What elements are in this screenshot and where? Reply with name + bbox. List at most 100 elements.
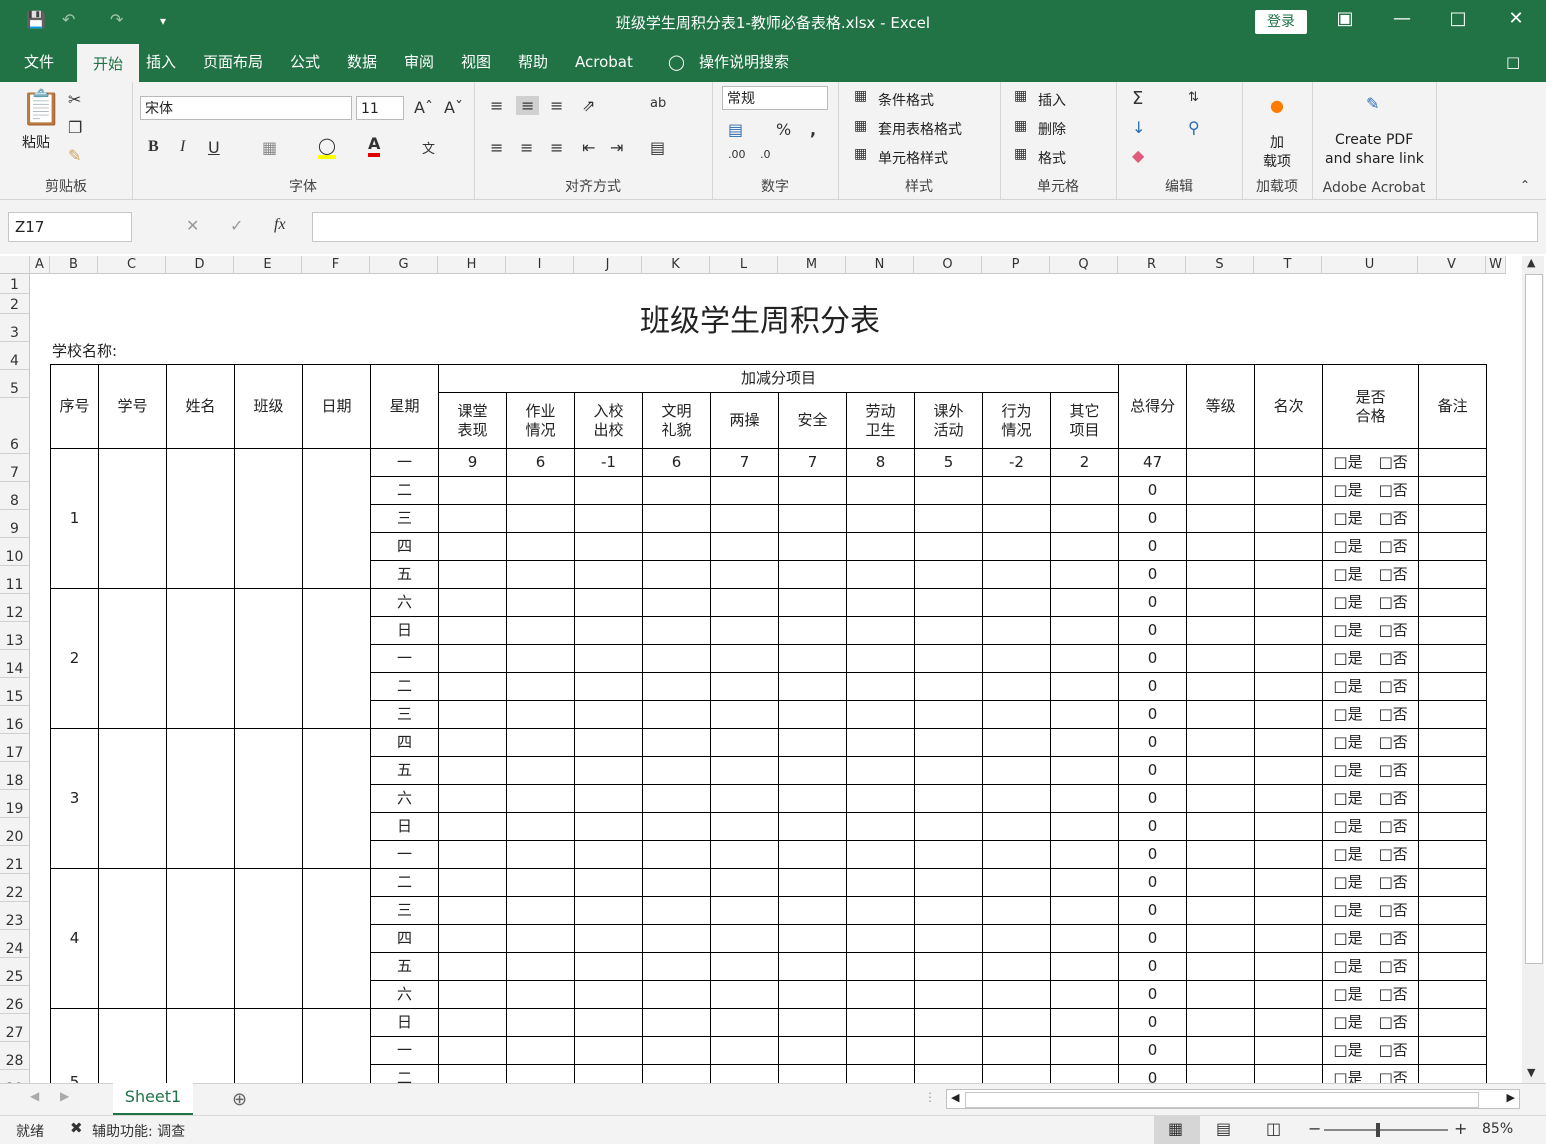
score-cell[interactable] [846,840,915,869]
decrease-decimal-icon[interactable]: .0 [760,148,771,161]
merged-cell[interactable] [98,448,167,589]
merged-cell[interactable] [98,728,167,869]
score-cell[interactable]: 7 [710,448,779,477]
pass-yes-checkbox[interactable]: □是 [1333,677,1362,695]
score-cell[interactable] [914,1064,983,1083]
pass-cell[interactable]: □是 □否 [1322,840,1420,869]
score-cell[interactable] [778,980,847,1009]
score-cell[interactable] [438,868,507,897]
score-cell[interactable] [574,840,643,869]
score-cell[interactable] [710,840,779,869]
score-cell[interactable] [778,1064,847,1083]
horizontal-scrollbar[interactable]: ◀ ▶ [946,1089,1520,1109]
insert-function-button[interactable]: fx [274,216,286,234]
zoom-slider[interactable] [1324,1123,1448,1137]
weekday-cell[interactable]: 日 [370,812,439,841]
score-cell[interactable] [642,812,711,841]
score-cell[interactable] [1049,476,1120,505]
score-cell[interactable] [914,1008,983,1037]
score-cell[interactable] [778,644,847,673]
score-cell[interactable] [1049,616,1120,645]
total-cell[interactable]: 0 [1118,644,1188,673]
total-cell[interactable]: 0 [1118,756,1188,785]
pass-no-checkbox[interactable]: □否 [1379,509,1408,527]
add-sheet-icon[interactable]: ⊕ [232,1089,247,1110]
weekday-cell[interactable]: 四 [370,728,439,757]
score-cell[interactable] [778,896,847,925]
score-cell[interactable] [506,588,575,617]
scroll-left-icon[interactable]: ◀ [951,1091,959,1104]
pass-no-checkbox[interactable]: □否 [1379,1041,1408,1059]
merged-cell[interactable] [234,448,303,589]
column-header[interactable]: N [846,256,914,274]
column-header[interactable]: G [370,256,438,274]
pass-cell[interactable]: □是 □否 [1322,532,1420,561]
row-header[interactable]: 8 [0,482,30,510]
rank-cell[interactable] [1254,476,1324,505]
total-header[interactable]: 总得分 [1118,364,1188,449]
score-cell[interactable] [642,1064,711,1083]
score-cell[interactable] [982,476,1051,505]
format-as-table-button[interactable]: 套用表格格式 [878,119,962,139]
score-cell[interactable] [710,812,779,841]
score-cell[interactable] [1049,644,1120,673]
seq-header[interactable]: 序号 [50,364,99,449]
note-cell[interactable] [1418,644,1488,673]
total-cell[interactable]: 0 [1118,728,1188,757]
seq-cell[interactable]: 5 [50,1008,99,1083]
note-cell[interactable] [1418,924,1488,953]
maximize-icon[interactable]: □ [1438,8,1478,29]
score-cell[interactable] [982,896,1051,925]
score-cell[interactable] [710,644,779,673]
weekday-cell[interactable]: 六 [370,784,439,813]
rank-cell[interactable] [1254,1064,1324,1083]
weekday-cell[interactable]: 二 [370,476,439,505]
grade-header[interactable]: 等级 [1186,364,1256,449]
score-cell[interactable] [846,784,915,813]
score-cell[interactable] [1049,924,1120,953]
comments-icon[interactable]: □ [1502,44,1524,82]
score-cell[interactable]: 8 [846,448,915,477]
score-cell[interactable] [506,504,575,533]
create-pdf-line1[interactable]: Create PDF [1335,132,1413,148]
pass-cell[interactable]: □是 □否 [1322,504,1420,533]
grade-cell[interactable] [1186,588,1256,617]
pass-cell[interactable]: □是 □否 [1322,672,1420,701]
score-cell[interactable] [506,672,575,701]
weekday-cell[interactable]: 五 [370,756,439,785]
increase-decimal-icon[interactable]: .00 [728,148,746,161]
score-cell[interactable] [1049,1008,1120,1037]
orientation-icon[interactable]: ⇗ [582,96,595,115]
score-cell[interactable] [1049,812,1120,841]
score-cell[interactable] [710,980,779,1009]
column-header[interactable]: V [1418,256,1486,274]
rank-cell[interactable] [1254,504,1324,533]
pass-yes-checkbox[interactable]: □是 [1333,649,1362,667]
score-cell[interactable] [642,560,711,589]
align-bottom-icon[interactable]: ≡ [550,96,563,115]
pass-cell[interactable]: □是 □否 [1322,448,1420,477]
pass-no-checkbox[interactable]: □否 [1379,789,1408,807]
seq-cell[interactable]: 3 [50,728,99,869]
note-cell[interactable] [1418,560,1488,589]
row-header[interactable]: 13 [0,622,30,650]
score-cell[interactable] [574,616,643,645]
score-cell[interactable] [574,868,643,897]
weekday-cell[interactable]: 五 [370,560,439,589]
score-cell[interactable] [642,644,711,673]
score-cell[interactable] [574,784,643,813]
score-cell[interactable] [846,1008,915,1037]
total-cell[interactable]: 0 [1118,840,1188,869]
score-cell[interactable] [438,532,507,561]
weekday-cell[interactable]: 五 [370,952,439,981]
score-cell[interactable]: 6 [642,448,711,477]
zoom-out-icon[interactable]: − [1308,1119,1321,1138]
increase-font-icon[interactable]: Aˆ [414,98,433,117]
class-header[interactable]: 班级 [234,364,303,449]
total-cell[interactable]: 0 [1118,980,1188,1009]
weekday-cell[interactable]: 一 [370,1036,439,1065]
pass-yes-checkbox[interactable]: □是 [1333,929,1362,947]
score-cell[interactable] [642,504,711,533]
score-cell[interactable] [710,756,779,785]
score-cell[interactable] [574,532,643,561]
